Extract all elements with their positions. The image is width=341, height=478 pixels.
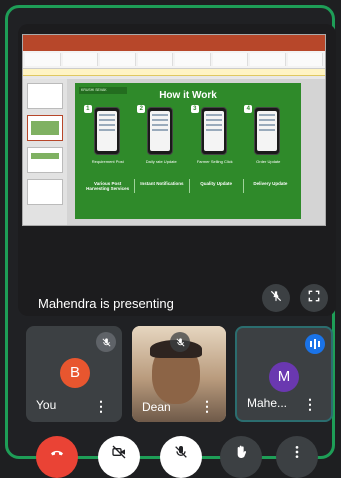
- slide-thumb: [27, 115, 63, 141]
- fullscreen-button[interactable]: [300, 284, 328, 312]
- phone-illustration: [147, 107, 174, 155]
- slide-step: 4 Order Update: [244, 105, 290, 175]
- shared-powerpoint-window: KRUSHI SEVAK How it Work 1 Requirement P…: [22, 34, 326, 226]
- presenting-label: Mahendra is presenting: [38, 296, 174, 311]
- ppt-ribbon: [23, 51, 325, 69]
- slide-category: Quality Update: [190, 179, 244, 193]
- slide-title: How it Work: [159, 90, 217, 101]
- speaking-indicator: [305, 334, 325, 354]
- more-options-button[interactable]: [276, 436, 318, 478]
- end-call-icon: [49, 444, 65, 465]
- more-vert-icon: [289, 444, 305, 465]
- participant-tile-you[interactable]: B You ⋮: [26, 326, 122, 422]
- phone-illustration: [93, 107, 120, 155]
- participant-tile-dean[interactable]: Dean ⋮: [132, 326, 226, 422]
- camera-off-icon: [111, 444, 127, 465]
- participant-name: Mahe...: [247, 396, 288, 410]
- mic-toggle-button[interactable]: [160, 436, 202, 478]
- unpin-button[interactable]: [262, 284, 290, 312]
- avatar: M: [269, 362, 299, 392]
- phone-illustration: [200, 107, 227, 155]
- pin-off-icon: [269, 289, 283, 308]
- ppt-titlebar: [23, 35, 325, 45]
- slide-step: 2 Daily rate Update: [137, 105, 183, 175]
- participant-tile-mahendra[interactable]: M Mahe... ⋮: [235, 326, 333, 422]
- slide-category: Various Post Harvesting Services: [81, 179, 136, 193]
- end-call-button[interactable]: [36, 436, 78, 478]
- raise-hand-button[interactable]: [220, 436, 262, 478]
- more-vert-icon[interactable]: ⋮: [200, 399, 214, 413]
- slide-category: Delivery Update: [253, 181, 288, 186]
- fullscreen-icon: [307, 289, 321, 308]
- slide-step: 1 Requirement Post: [83, 105, 130, 175]
- slide-thumb: [27, 179, 63, 205]
- avatar: B: [60, 358, 90, 388]
- raise-hand-icon: [233, 444, 249, 465]
- participant-name: Dean: [142, 400, 171, 414]
- slide-thumbnails: [23, 79, 67, 225]
- more-vert-icon[interactable]: ⋮: [94, 399, 108, 413]
- mic-off-icon: [170, 332, 190, 352]
- slide-category: Instant Notifications: [135, 179, 190, 193]
- slide-thumb: [27, 83, 63, 109]
- ppt-notification-bar: [23, 69, 325, 76]
- mic-off-icon: [96, 332, 116, 352]
- presentation-stage[interactable]: KRUSHI SEVAK How it Work 1 Requirement P…: [18, 24, 336, 316]
- mic-off-icon: [173, 444, 189, 465]
- participant-name: You: [36, 398, 57, 412]
- phone-illustration: [254, 107, 281, 155]
- current-slide: KRUSHI SEVAK How it Work 1 Requirement P…: [75, 83, 301, 219]
- camera-toggle-button[interactable]: [98, 436, 140, 478]
- more-vert-icon[interactable]: ⋮: [303, 397, 317, 411]
- slide-step: 3 Farmer Selling Click: [190, 105, 237, 175]
- slide-thumb: [27, 147, 63, 173]
